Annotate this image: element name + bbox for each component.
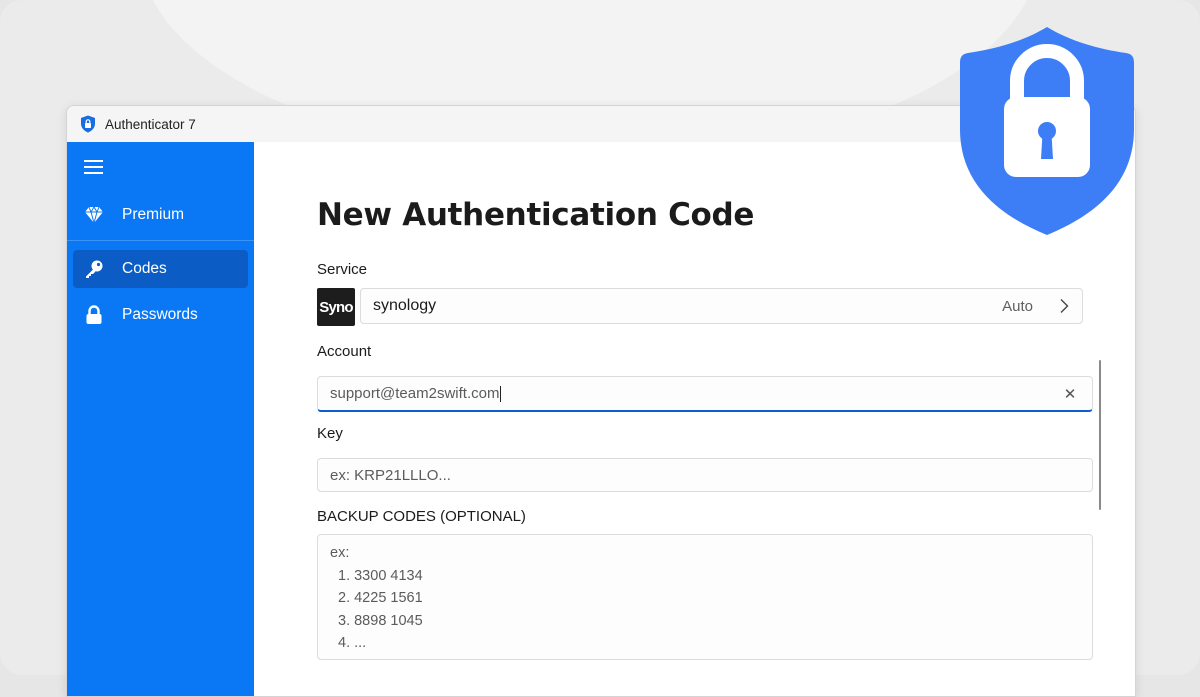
key-placeholder: ex: KRP21LLLO... <box>330 467 1092 484</box>
app-shield-icon <box>80 115 96 133</box>
account-value: support@team2swift.com <box>330 385 499 402</box>
sidebar-item-label: Premium <box>122 206 184 224</box>
sidebar-item-codes[interactable]: Codes <box>73 250 248 288</box>
placeholder-line: 2. 4225 1561 <box>330 587 1092 610</box>
sidebar-item-passwords[interactable]: Passwords <box>73 296 248 334</box>
account-input-text: support@team2swift.com <box>330 385 1062 402</box>
service-logo: Syno <box>317 288 355 326</box>
placeholder-line: 3. 8898 1045 <box>330 610 1092 633</box>
hamburger-icon[interactable] <box>84 159 104 175</box>
backup-codes-label: BACKUP CODES (OPTIONAL) <box>317 508 526 525</box>
chevron-right-icon <box>1058 298 1070 314</box>
key-icon <box>83 258 105 280</box>
placeholder-line: 4. ... <box>330 632 1092 655</box>
sidebar-item-label: Passwords <box>122 306 198 324</box>
account-input[interactable]: support@team2swift.com ✕ <box>317 376 1093 412</box>
service-mode: Auto <box>1002 298 1033 315</box>
account-label: Account <box>317 343 371 360</box>
security-shield-icon <box>958 25 1136 237</box>
placeholder-line: 1. 3300 4134 <box>330 565 1092 588</box>
key-label: Key <box>317 425 343 442</box>
diamond-icon <box>83 204 105 226</box>
service-select[interactable]: synology Auto <box>360 288 1083 324</box>
placeholder-line: ex: <box>330 542 1092 565</box>
window-title: Authenticator 7 <box>105 117 196 132</box>
sidebar-item-label: Codes <box>122 260 167 278</box>
scrollbar[interactable] <box>1099 360 1101 510</box>
sidebar-item-premium[interactable]: Premium <box>73 196 248 234</box>
backup-codes-textarea[interactable]: ex: 1. 3300 4134 2. 4225 1561 3. 8898 10… <box>317 534 1093 660</box>
key-input[interactable]: ex: KRP21LLLO... <box>317 458 1093 492</box>
sidebar-divider <box>67 240 254 241</box>
lock-icon <box>83 304 105 326</box>
page-title: New Authentication Code <box>317 197 754 233</box>
text-caret <box>500 386 501 402</box>
clear-icon[interactable]: ✕ <box>1062 386 1078 402</box>
sidebar: Premium Codes Passwords <box>67 142 254 696</box>
service-label: Service <box>317 261 367 278</box>
service-value: synology <box>373 297 1002 315</box>
